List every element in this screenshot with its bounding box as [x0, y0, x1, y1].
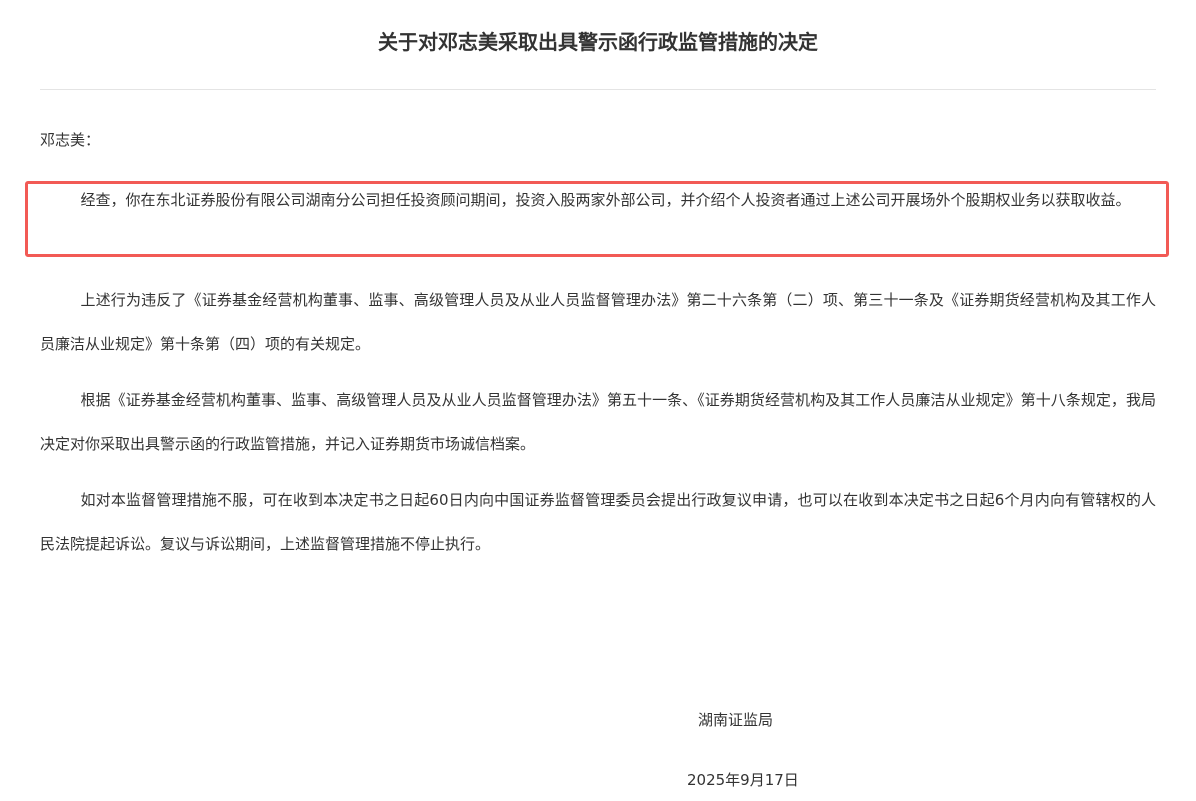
paragraph-appeal: 如对本监督管理措施不服，可在收到本决定书之日起60日内向中国证券监督管理委员会提…: [40, 491, 1156, 553]
document-page: 关于对邓志美采取出具警示函行政监管措施的决定 邓志美： 经查，你在东北证券股份有…: [0, 0, 1196, 801]
issuing-authority: 湖南证监局: [698, 711, 774, 729]
paragraph-violations: 上述行为违反了《证券基金经营机构董事、监事、高级管理人员及从业人员监督管理办法》…: [40, 291, 1156, 353]
paragraph-decision: 根据《证券基金经营机构董事、监事、高级管理人员及从业人员监督管理办法》第五十一条…: [40, 391, 1156, 453]
title-divider: [40, 89, 1156, 90]
document-title: 关于对邓志美采取出具警示函行政监管措施的决定: [378, 30, 818, 54]
paragraph-findings: 经查，你在东北证券股份有限公司湖南分公司担任投资顾问期间，投资入股两家外部公司，…: [80, 191, 1131, 209]
salutation: 邓志美：: [40, 131, 101, 149]
issue-date: 2025年9月17日: [687, 771, 799, 789]
